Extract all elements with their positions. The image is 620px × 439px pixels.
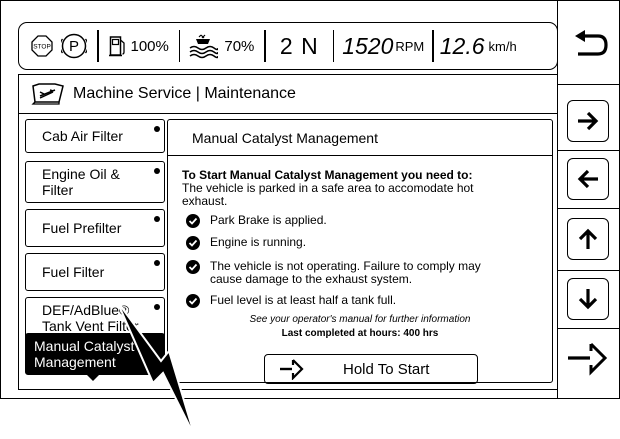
def-level-value: 70%: [224, 37, 255, 55]
list-item-label: Cab Air Filter: [42, 128, 123, 144]
arrow-up-button[interactable]: [567, 218, 609, 260]
panel-header: Machine Service | Maintenance: [19, 75, 557, 114]
page-title: Machine Service | Maintenance: [73, 85, 296, 102]
list-item-fuel-filter[interactable]: Fuel Filter: [25, 253, 165, 291]
status-dot: [154, 260, 160, 266]
fuel-pump-icon: [108, 36, 125, 57]
park-brake-icon: P: [61, 33, 87, 59]
rpm-unit: RPM: [395, 38, 425, 54]
side-button-separator: [557, 270, 620, 271]
detail-pane: Manual Catalyst Management To Start Manu…: [167, 119, 553, 384]
arrow-left-button[interactable]: [567, 158, 609, 200]
check-circle-icon: [186, 260, 200, 274]
list-item-cab-air-filter[interactable]: Cab Air Filter: [25, 119, 165, 153]
rpm-value: 1520: [342, 32, 394, 59]
def-fluid-icon: [189, 34, 219, 59]
list-item-fuel-prefilter[interactable]: Fuel Prefilter: [25, 209, 165, 247]
check-item: The vehicle is not operating. Failure to…: [186, 260, 516, 286]
def-indicator: 70%: [180, 23, 264, 69]
last-completed: Last completed at hours: 400 hrs: [281, 328, 439, 339]
instructions-intro: The vehicle is parked in a safe area to …: [182, 181, 474, 208]
back-button[interactable]: [572, 30, 610, 60]
fuel-level-value: 100%: [130, 37, 169, 55]
fuel-indicator: 100%: [99, 23, 179, 69]
side-button-separator: [557, 208, 620, 209]
speed-indicator: 12.6 km/h: [434, 23, 517, 69]
hold-to-start-button[interactable]: Hold To Start: [264, 354, 478, 384]
manual-note: See your operator's manual for further i…: [249, 314, 471, 325]
status-dot: [154, 216, 160, 222]
check-item-label: Park Brake is applied.: [210, 213, 327, 227]
park-brake-indicator: P: [53, 23, 97, 69]
gear-value: 2 N: [279, 32, 319, 59]
scroll-down-indicator: [87, 375, 99, 381]
check-item: Fuel level is at least half a tank full.: [186, 294, 526, 308]
instructions-heading: To Start Manual Catalyst Management you …: [182, 168, 473, 182]
stop-indicator: STOP: [19, 23, 53, 69]
status-dot: [154, 168, 160, 174]
callout-arrow-icon: [116, 300, 196, 438]
side-button-separator: [557, 328, 620, 329]
side-button-separator: [557, 84, 620, 85]
hold-to-start-label: Hold To Start: [343, 360, 430, 378]
check-circle-icon: [186, 236, 200, 250]
speed-unit: km/h: [488, 38, 517, 54]
detail-title: Manual Catalyst Management: [168, 120, 552, 156]
list-item-label: Fuel Filter: [42, 264, 105, 280]
check-item-label: The vehicle is not operating. Failure to…: [210, 259, 481, 286]
back-icon: [575, 30, 608, 56]
stop-icon: STOP: [31, 35, 53, 57]
status-bar: STOP P 100% 70% 2 N 1520 RPM 12.6 km/h: [18, 22, 558, 70]
gear-indicator: 2 N: [266, 23, 333, 69]
arrow-down-icon: [578, 289, 598, 310]
arrow-left-icon: [577, 169, 598, 189]
arrow-right-icon: [578, 111, 599, 131]
list-item-engine-oil-filter[interactable]: Engine Oil & Filter: [25, 161, 165, 203]
svg-text:STOP: STOP: [33, 44, 51, 51]
rpm-indicator: 1520 RPM: [334, 23, 432, 69]
check-item: Engine is running.: [186, 236, 526, 250]
check-item: Park Brake is applied.: [186, 214, 526, 228]
list-item-label: Engine Oil & Filter: [42, 166, 120, 198]
list-item-label: Fuel Prefilter: [42, 220, 122, 236]
check-item-label: Fuel level is at least half a tank full.: [210, 293, 397, 307]
check-item-label: Engine is running.: [210, 235, 307, 249]
svg-text:P: P: [69, 38, 79, 55]
arrow-down-button[interactable]: [567, 278, 609, 320]
enter-icon: [568, 342, 608, 376]
side-button-separator: [557, 150, 620, 151]
speed-value: 12.6: [439, 32, 485, 59]
service-book-icon: [31, 83, 64, 105]
service-panel: Machine Service | Maintenance Cab Air Fi…: [18, 74, 558, 438]
enter-button[interactable]: [566, 339, 610, 377]
arrow-right-button[interactable]: [567, 100, 609, 142]
status-dot: [154, 126, 160, 132]
enter-icon: [280, 359, 304, 380]
check-circle-icon: [186, 214, 200, 228]
arrow-up-icon: [578, 228, 598, 249]
